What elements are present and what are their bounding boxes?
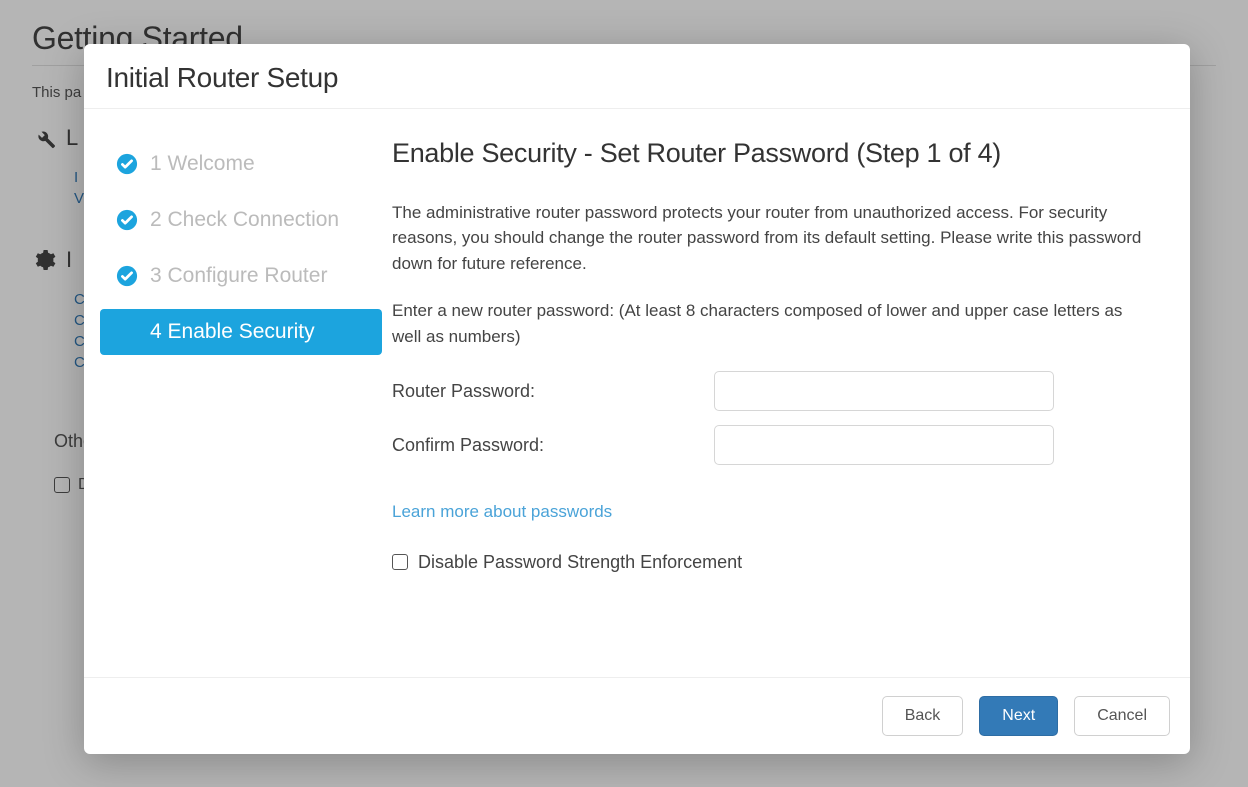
wizard-step-label: 4 Enable Security (150, 320, 315, 344)
check-circle-icon (116, 265, 138, 287)
back-button[interactable]: Back (882, 696, 964, 736)
modal-footer: Back Next Cancel (84, 677, 1190, 754)
router-password-label: Router Password: (392, 378, 714, 405)
cancel-button[interactable]: Cancel (1074, 696, 1170, 736)
confirm-password-input[interactable] (714, 425, 1054, 465)
wizard-content: Enable Security - Set Router Password (S… (382, 109, 1190, 677)
next-button[interactable]: Next (979, 696, 1058, 736)
router-password-input[interactable] (714, 371, 1054, 411)
router-password-row: Router Password: (392, 371, 1154, 411)
confirm-password-label: Confirm Password: (392, 432, 714, 459)
disable-strength-label: Disable Password Strength Enforcement (418, 549, 742, 576)
modal-title: Initial Router Setup (106, 62, 1168, 94)
wizard-step-label: 2 Check Connection (150, 208, 339, 232)
content-title: Enable Security - Set Router Password (S… (392, 133, 1154, 174)
check-circle-icon (116, 153, 138, 175)
wizard-step-configure-router[interactable]: 3 Configure Router (100, 253, 382, 299)
wizard-step-check-connection[interactable]: 2 Check Connection (100, 197, 382, 243)
wizard-step-label: 1 Welcome (150, 152, 255, 176)
learn-more-link[interactable]: Learn more about passwords (392, 499, 612, 525)
wizard-nav: 1 Welcome 2 Check Connection 3 Configure… (84, 109, 382, 677)
wizard-step-welcome[interactable]: 1 Welcome (100, 141, 382, 187)
checkbox-icon[interactable] (392, 554, 408, 570)
disable-strength-row[interactable]: Disable Password Strength Enforcement (392, 549, 1154, 576)
modal-header: Initial Router Setup (84, 44, 1190, 109)
wizard-modal: Initial Router Setup 1 Welcome 2 Check C… (84, 44, 1190, 754)
content-paragraph: The administrative router password prote… (392, 200, 1154, 277)
content-paragraph: Enter a new router password: (At least 8… (392, 298, 1154, 349)
wizard-step-enable-security[interactable]: 4 Enable Security (100, 309, 382, 355)
check-circle-icon (116, 209, 138, 231)
wizard-step-label: 3 Configure Router (150, 264, 327, 288)
modal-body: 1 Welcome 2 Check Connection 3 Configure… (84, 109, 1190, 677)
confirm-password-row: Confirm Password: (392, 425, 1154, 465)
